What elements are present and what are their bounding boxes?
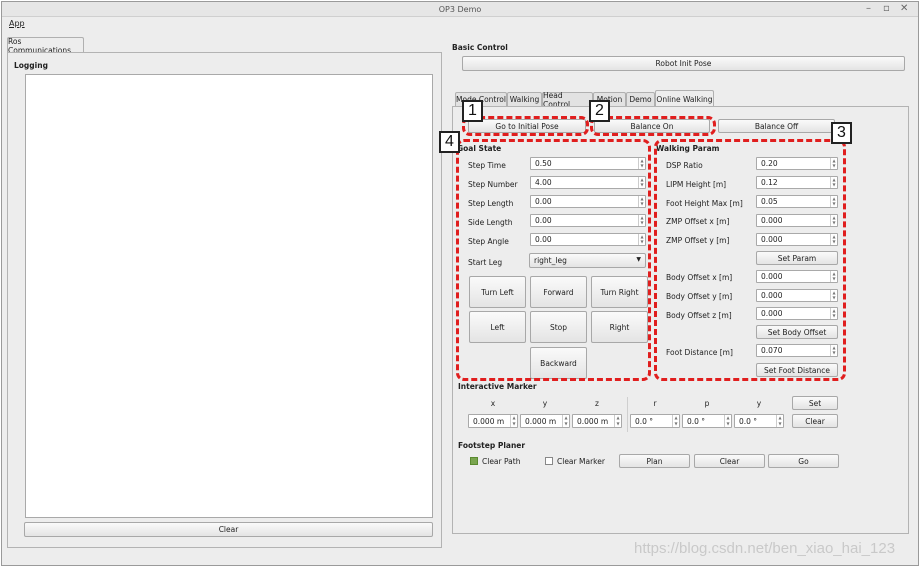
annotation-badge-3: 3 (831, 122, 852, 144)
marker-x-input[interactable]: 0.000 m ▲ ▼ (468, 414, 518, 428)
annotation-badge-1: 1 (462, 100, 483, 122)
clear-path-checkbox[interactable] (470, 457, 478, 465)
marker-z-input[interactable]: 0.000 m ▲ ▼ (572, 414, 622, 428)
spin-arrows-icon[interactable]: ▲ ▼ (672, 415, 679, 427)
marker-yaw-input[interactable]: 0.0 ° ▲ ▼ (734, 414, 784, 428)
tab-ros-communications[interactable]: Ros Communications (7, 37, 84, 55)
minimize-icon[interactable]: – (866, 4, 871, 14)
footstep-planer-title: Footstep Planer (458, 441, 526, 450)
annotation-badge-4: 4 (439, 131, 460, 153)
marker-x-value: 0.000 m (473, 416, 505, 426)
tab-online-walking[interactable]: Online Walking (655, 90, 714, 107)
spin-arrows-icon[interactable]: ▲ ▼ (776, 415, 783, 427)
marker-r-value: 0.0 ° (635, 416, 654, 426)
marker-yaw-value: 0.0 ° (739, 416, 758, 426)
marker-header-r: r (653, 399, 657, 408)
marker-clear-button[interactable]: Clear (792, 414, 838, 428)
marker-header-x: x (490, 399, 496, 408)
marker-header-yaw: y (756, 399, 762, 408)
footstep-clear-button[interactable]: Clear (694, 454, 765, 468)
title-bar: OP3 Demo – ▫ ✕ (2, 2, 918, 17)
window-title: OP3 Demo (438, 5, 482, 14)
marker-z-value: 0.000 m (577, 416, 609, 426)
marker-y-input[interactable]: 0.000 m ▲ ▼ (520, 414, 570, 428)
close-icon[interactable]: ✕ (900, 4, 908, 14)
balance-off-button[interactable]: Balance Off (718, 119, 835, 133)
marker-header-y: y (542, 399, 548, 408)
clear-marker-label: Clear Marker (557, 457, 605, 466)
marker-divider (627, 397, 628, 432)
basic-control-title: Basic Control (452, 43, 508, 52)
maximize-icon[interactable]: ▫ (883, 4, 890, 14)
robot-init-pose-button[interactable]: Robot Init Pose (462, 56, 905, 71)
spin-arrows-icon[interactable]: ▲ ▼ (562, 415, 569, 427)
marker-set-button[interactable]: Set (792, 396, 838, 410)
annotation-badge-2: 2 (589, 100, 610, 122)
marker-y-value: 0.000 m (525, 416, 557, 426)
menu-bar: App (2, 17, 918, 31)
marker-header-p: p (704, 399, 710, 408)
watermark: https://blog.csdn.net/ben_xiao_hai_123 (634, 540, 896, 557)
spin-arrows-icon[interactable]: ▲ ▼ (614, 415, 621, 427)
clear-marker-checkbox[interactable] (545, 457, 553, 465)
ros-communications-panel: Logging Clear (7, 52, 442, 548)
spin-arrows-icon[interactable]: ▲ ▼ (724, 415, 731, 427)
interactive-marker-title: Interactive Marker (458, 382, 537, 391)
logging-title: Logging (14, 61, 48, 70)
clear-path-label: Clear Path (482, 457, 521, 466)
annotation-box-4 (456, 139, 651, 381)
marker-r-input[interactable]: 0.0 ° ▲ ▼ (630, 414, 680, 428)
plan-button[interactable]: Plan (619, 454, 690, 468)
main-window: OP3 Demo – ▫ ✕ App Ros Communications Lo… (1, 1, 919, 566)
marker-header-z: z (595, 399, 599, 408)
annotation-box-3 (654, 139, 846, 381)
marker-p-input[interactable]: 0.0 ° ▲ ▼ (682, 414, 732, 428)
spin-arrows-icon[interactable]: ▲ ▼ (510, 415, 517, 427)
marker-p-value: 0.0 ° (687, 416, 706, 426)
go-button[interactable]: Go (768, 454, 839, 468)
tab-walking[interactable]: Walking (507, 92, 542, 106)
menu-app[interactable]: App (9, 19, 25, 28)
log-clear-button[interactable]: Clear (24, 522, 433, 537)
tab-head-control[interactable]: Head Control (542, 91, 593, 109)
log-area[interactable] (25, 74, 433, 518)
tab-demo[interactable]: Demo (626, 92, 655, 106)
